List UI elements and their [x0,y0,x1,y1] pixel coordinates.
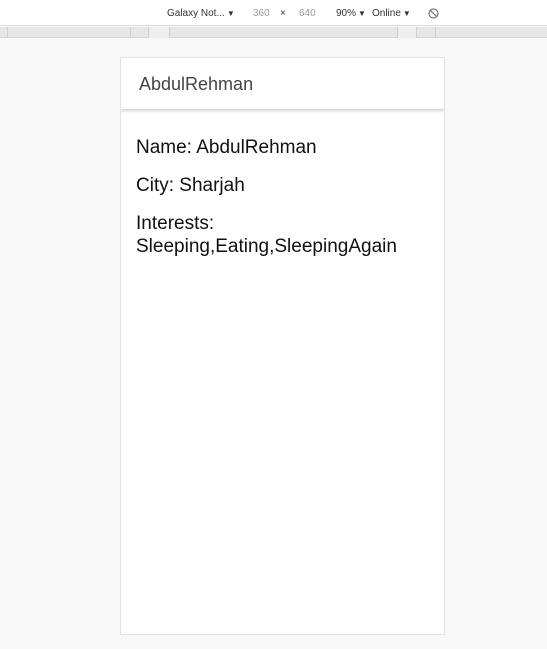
city-row: City: Sharjah [136,174,429,197]
city-value: Sharjah [179,175,245,196]
profile-content: Name: AbdulRehman City: Sharjah Interest… [121,110,444,258]
name-value: AbdulRehman [196,137,317,158]
zoom-select-label: 90% [336,8,357,19]
ruler-segment[interactable] [397,27,417,38]
interests-label: Interests: [136,213,215,234]
chevron-down-icon: ▼ [226,9,235,18]
network-select[interactable]: Online ▼ [372,7,411,21]
zoom-select[interactable]: 90% ▼ [336,7,366,21]
chevron-down-icon: ▼ [358,9,366,18]
ruler-tick [130,27,131,38]
device-select[interactable]: Galaxy Not... ▼ [167,7,235,21]
device-select-label: Galaxy Not... [167,8,225,19]
width-input[interactable]: 360 [253,7,270,21]
ruler-segment[interactable] [148,27,170,38]
height-input[interactable]: 640 [299,7,316,21]
name-row: Name: AbdulRehman [136,136,429,159]
device-viewport: AbdulRehman Name: AbdulRehman City: Shar… [120,57,445,635]
ruler-tick [7,27,8,38]
rotate-icon[interactable] [428,8,439,19]
interests-row: Interests: Sleeping,Eating,SleepingAgain [136,212,429,258]
city-label: City: [136,175,174,196]
chevron-down-icon: ▼ [402,9,411,18]
dimension-separator: × [280,8,286,19]
name-label: Name: [136,137,192,158]
device-toolbar: Galaxy Not... ▼ 360 × 640 90% ▼ Online ▼ [0,0,547,26]
app-header: AbdulRehman [121,58,444,110]
network-select-label: Online [372,8,401,19]
interests-value: Sleeping,Eating,SleepingAgain [136,236,397,257]
ruler-tick [435,27,436,38]
page-title: AbdulRehman [139,74,254,94]
media-query-ruler[interactable] [0,27,547,38]
